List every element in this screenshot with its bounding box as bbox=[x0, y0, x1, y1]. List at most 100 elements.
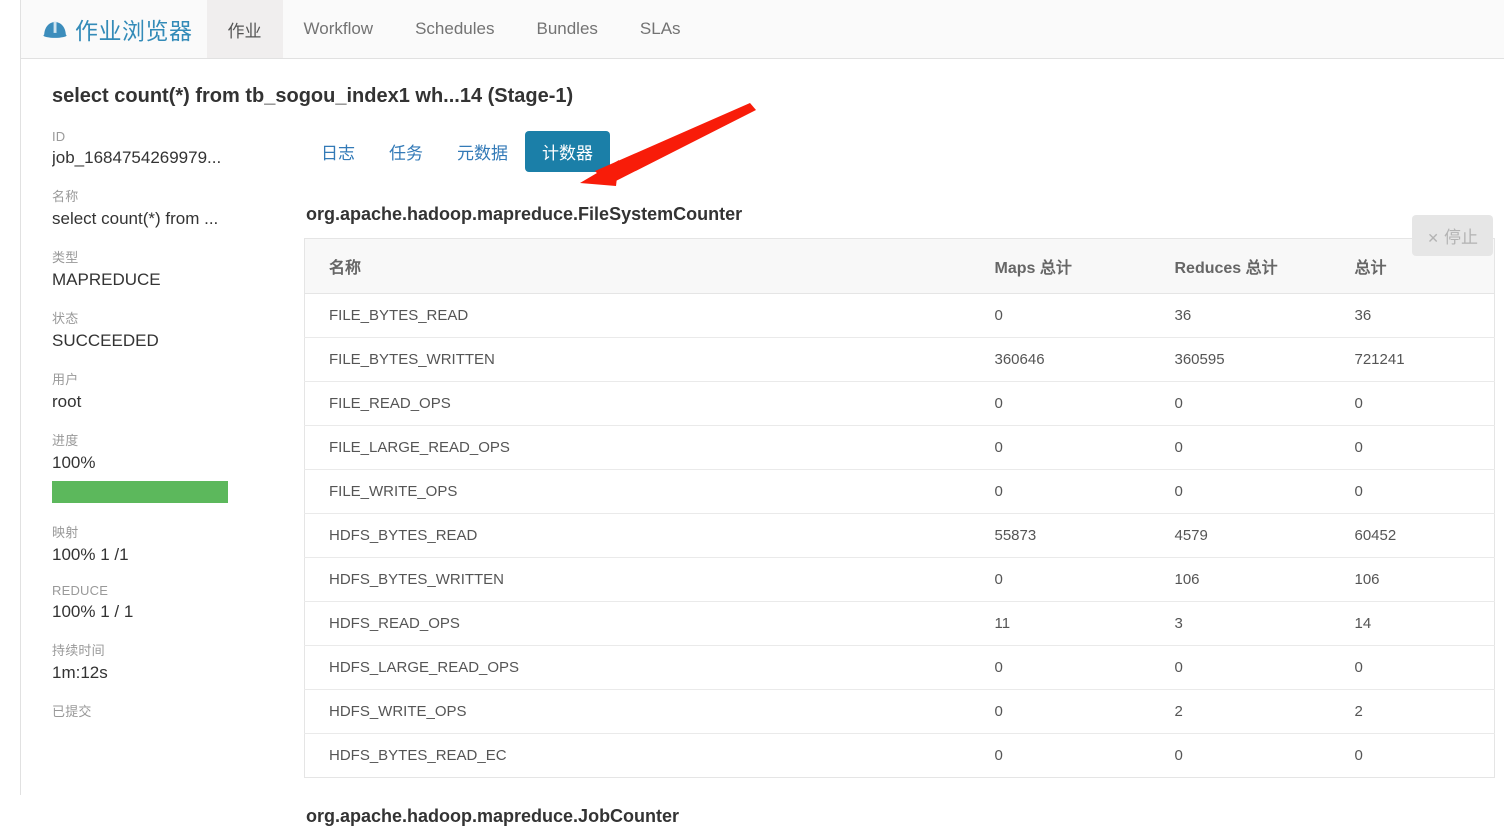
detail-label-duration: 持续时间 bbox=[52, 643, 105, 658]
cell-maps-total: 0 bbox=[994, 307, 1003, 324]
table-row: HDFS_WRITE_OPS 0 2 2 bbox=[304, 689, 1495, 734]
job-content-panel: 日志 任务 元数据 计数器 org.apache.hadoop.mapreduc… bbox=[304, 129, 1495, 840]
section-heading-filesystemcounter: org.apache.hadoop.mapreduce.FileSystemCo… bbox=[306, 204, 743, 224]
cell-reduces-total: 360595 bbox=[1150, 337, 1331, 382]
cell-total: 0 bbox=[1330, 645, 1495, 690]
table-row: HDFS_BYTES_READ_EC 0 0 0 bbox=[304, 733, 1495, 778]
table-row: FILE_BYTES_READ 0 36 36 bbox=[305, 294, 1495, 338]
counters-table-filesystemcounter: 名称 Maps 总计 Reduces 总计 总计 FILE_BYTES_READ… bbox=[304, 238, 1495, 778]
cell-reduces-total: 0 bbox=[1150, 469, 1331, 514]
table-row: FILE_LARGE_READ_OPS 0 0 0 bbox=[304, 425, 1495, 470]
detail-label-name: 名称 bbox=[52, 189, 79, 204]
detail-label-maps: 映射 bbox=[52, 525, 79, 540]
detail-value-status: SUCCEEDED bbox=[52, 331, 159, 350]
cell-total: 60452 bbox=[1330, 513, 1495, 558]
job-details-panel: ID job_1684754269979... 名称 select count(… bbox=[52, 129, 292, 724]
detail-label-progress: 进度 bbox=[52, 433, 79, 448]
cell-maps-total: 0 bbox=[970, 381, 1151, 426]
detail-label-id: ID bbox=[52, 129, 66, 144]
cell-counter-name: FILE_LARGE_READ_OPS bbox=[304, 425, 971, 470]
cell-reduces-total: 0 bbox=[1150, 733, 1331, 778]
cell-counter-name: FILE_READ_OPS bbox=[304, 381, 971, 426]
detail-label-status: 状态 bbox=[52, 311, 79, 326]
table-body: FILE_BYTES_READ 0 36 36 FILE_BYTES_WRITT… bbox=[304, 294, 1495, 778]
cell-total: 0 bbox=[1330, 381, 1495, 426]
cell-reduces-total: 3 bbox=[1150, 601, 1331, 646]
cell-reduces-total: 36 bbox=[1174, 307, 1192, 324]
column-header-reduces[interactable]: Reduces 总计 bbox=[1150, 238, 1331, 294]
cell-maps-total: 0 bbox=[970, 645, 1151, 690]
detail-value-user: root bbox=[52, 392, 82, 411]
nav-item-slas[interactable]: SLAs bbox=[619, 0, 702, 58]
table-row: FILE_BYTES_WRITTEN 360646 360595 721241 bbox=[304, 337, 1495, 382]
stop-button[interactable]: ✕ 停止 bbox=[1412, 215, 1493, 256]
cell-total: 14 bbox=[1330, 601, 1495, 646]
table-row: HDFS_BYTES_READ 55873 4579 60452 bbox=[304, 513, 1495, 558]
cell-reduces-total: 0 bbox=[1150, 645, 1331, 690]
detail-value-type: MAPREDUCE bbox=[52, 270, 161, 289]
detail-label-reduce: REDUCE bbox=[52, 583, 109, 598]
brand-label: 作业浏览器 bbox=[75, 18, 193, 44]
cell-maps-total: 0 bbox=[970, 469, 1151, 514]
tab-logs[interactable]: 日志 bbox=[304, 131, 372, 172]
tab-metadata[interactable]: 元数据 bbox=[440, 131, 525, 172]
close-icon: ✕ bbox=[1427, 230, 1439, 246]
detail-value-maps: 100% 1 /1 bbox=[52, 545, 129, 564]
detail-label-user: 用户 bbox=[52, 372, 79, 387]
cell-total: 0 bbox=[1330, 425, 1495, 470]
tab-tasks[interactable]: 任务 bbox=[372, 131, 440, 172]
section-heading-jobcounter: org.apache.hadoop.mapreduce.JobCounter bbox=[306, 806, 680, 826]
helmet-icon bbox=[42, 16, 68, 42]
cell-maps-total: 360646 bbox=[970, 337, 1151, 382]
detail-value-progress: 100% bbox=[52, 453, 96, 472]
cell-counter-name: FILE_BYTES_READ bbox=[329, 307, 469, 324]
cell-reduces-total: 0 bbox=[1150, 425, 1331, 470]
cell-counter-name: HDFS_WRITE_OPS bbox=[304, 689, 971, 734]
table-row: FILE_WRITE_OPS 0 0 0 bbox=[304, 469, 1495, 514]
cell-counter-name: FILE_WRITE_OPS bbox=[304, 469, 971, 514]
cell-counter-name: HDFS_READ_OPS bbox=[304, 601, 971, 646]
detail-label-submitted: 已提交 bbox=[52, 704, 92, 719]
nav-item-schedules[interactable]: Schedules bbox=[394, 0, 515, 58]
cell-total: 721241 bbox=[1330, 337, 1495, 382]
detail-value-name: select count(*) from ... bbox=[52, 209, 219, 228]
cell-total: 36 bbox=[1354, 307, 1372, 324]
cell-reduces-total: 2 bbox=[1150, 689, 1331, 734]
cell-total: 0 bbox=[1330, 469, 1495, 514]
cell-reduces-total: 106 bbox=[1150, 557, 1331, 602]
cell-maps-total: 0 bbox=[970, 689, 1151, 734]
cell-counter-name: HDFS_BYTES_READ bbox=[304, 513, 971, 558]
detail-value-duration: 1m:12s bbox=[52, 663, 108, 682]
page-body: select count(*) from tb_sogou_index1 wh.… bbox=[21, 59, 1504, 826]
nav-item-jobs[interactable]: 作业 bbox=[206, 0, 283, 58]
table-row: HDFS_LARGE_READ_OPS 0 0 0 bbox=[304, 645, 1495, 690]
cell-maps-total: 55873 bbox=[970, 513, 1151, 558]
page-title: select count(*) from tb_sogou_index1 wh.… bbox=[52, 85, 574, 107]
table-head: 名称 Maps 总计 Reduces 总计 总计 bbox=[304, 238, 1495, 294]
cell-reduces-total: 0 bbox=[1150, 381, 1331, 426]
left-rail bbox=[0, 0, 21, 795]
cell-counter-name: FILE_BYTES_WRITTEN bbox=[304, 337, 971, 382]
progress-bar bbox=[52, 481, 228, 503]
brand-link[interactable]: 作业浏览器 bbox=[21, 0, 207, 58]
table-header-row: 名称 Maps 总计 Reduces 总计 总计 bbox=[304, 238, 1495, 294]
column-header-name[interactable]: 名称 bbox=[304, 238, 971, 294]
table-row: FILE_READ_OPS 0 0 0 bbox=[304, 381, 1495, 426]
nav-item-workflow[interactable]: Workflow bbox=[283, 0, 395, 58]
cell-maps-total: 0 bbox=[970, 733, 1151, 778]
cell-counter-name: HDFS_LARGE_READ_OPS bbox=[304, 645, 971, 690]
stop-button-label: 停止 bbox=[1444, 228, 1478, 247]
cell-total: 106 bbox=[1330, 557, 1495, 602]
cell-counter-name: HDFS_BYTES_WRITTEN bbox=[304, 557, 971, 602]
cell-total: 2 bbox=[1330, 689, 1495, 734]
top-navbar: 作业浏览器 作业 Workflow Schedules Bundles SLAs bbox=[21, 0, 1504, 59]
nav-item-bundles[interactable]: Bundles bbox=[515, 0, 618, 58]
table-row: HDFS_BYTES_WRITTEN 0 106 106 bbox=[304, 557, 1495, 602]
cell-total: 0 bbox=[1330, 733, 1495, 778]
detail-label-type: 类型 bbox=[52, 250, 79, 265]
tab-counters[interactable]: 计数器 bbox=[525, 130, 610, 172]
cell-reduces-total: 4579 bbox=[1150, 513, 1331, 558]
cell-maps-total: 0 bbox=[970, 425, 1151, 470]
cell-maps-total: 11 bbox=[970, 601, 1151, 646]
column-header-maps[interactable]: Maps 总计 bbox=[970, 238, 1151, 294]
